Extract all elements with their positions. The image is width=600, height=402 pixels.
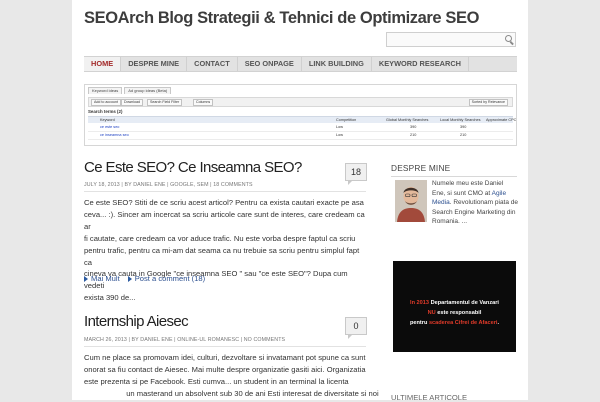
kw-col-header: Approximate CPC [486, 118, 517, 122]
sidebar-divider [391, 176, 517, 177]
kw-global: 390 [410, 125, 417, 129]
kw-local: 390 [460, 125, 467, 129]
excerpt-line: exista 390 de... [84, 293, 136, 303]
kw-tabs: Keyword ideas Ad group ideas (Beta) [88, 87, 172, 94]
promo-red-text: NU [427, 310, 436, 316]
comment-count-bubble[interactable]: 18 [345, 163, 367, 185]
post-excerpt: Cum ne place sa promovam idei, culturi, … [84, 352, 379, 400]
featured-banner-image[interactable]: Keyword ideas Ad group ideas (Beta) Add … [84, 84, 517, 146]
kw-toolbar: Add to account Download Search Field Fil… [88, 97, 513, 107]
kw-button: Search Field Filter [147, 99, 183, 106]
post-title[interactable]: Internship Aiesec [84, 313, 189, 330]
kw-col-header: Keyword [100, 118, 115, 122]
kw-keyword: ce inseamna seo [100, 133, 129, 137]
post-divider [84, 346, 366, 347]
read-more-link[interactable]: Mai Mult [84, 274, 120, 283]
kw-local: 210 [460, 133, 467, 137]
kw-col-header: Global Monthly Searches [386, 118, 429, 122]
promo-banner[interactable]: In 2013 Departamentul de Vanzari NU este… [393, 261, 516, 352]
kw-tab: Ad group ideas (Beta) [124, 87, 172, 94]
nav-item-home[interactable]: HOME [84, 57, 122, 71]
excerpt-line: Ce este SEO? Stiti de ce scriu acest art… [84, 198, 364, 207]
promo-line: pentru scaderea Cifrei de Afaceri. [393, 319, 516, 327]
nav-item-despre-mine[interactable]: DESPRE MINE [121, 57, 188, 71]
excerpt-line: pentru trafic, pentru ca mi-am dat seama… [84, 245, 360, 267]
excerpt-line: Cum ne place sa promovam idei, culturi, … [84, 353, 366, 362]
read-more-label: Mai Mult [91, 274, 120, 283]
avatar [395, 180, 427, 222]
sidebar-next-title: ULTIMELE ARTICOLE [391, 393, 468, 402]
about-text: Numele meu este Daniel Ene, si sunt CMO … [432, 179, 518, 227]
post-divider [84, 191, 366, 192]
promo-line: In 2013 Departamentul de Vanzari [393, 299, 516, 307]
comment-count-bubble[interactable]: 0 [345, 317, 367, 339]
kw-section-title: Search terms (2) [88, 109, 123, 114]
post-title[interactable]: Ce Este SEO? Ce Inseamna SEO? [84, 159, 302, 176]
kw-col-header: Competition [336, 118, 357, 122]
arrow-right-icon [84, 275, 88, 282]
kw-button: Columns [193, 99, 214, 106]
excerpt-line: onorat sa fiu contact de Aiesec. Mai mul… [84, 364, 366, 374]
nav-item-keyword-research[interactable]: KEYWORD RESEARCH [372, 57, 469, 71]
promo-red-text: scaderea Cifrei de Afaceri [428, 320, 498, 326]
post-meta: JULY 18, 2013 | BY DANIEL ENE | GOOGLE, … [84, 182, 253, 188]
nav-item-seo-onpage[interactable]: SEO ONPAGE [238, 57, 302, 71]
sidebar-about-title: DESPRE MINE [391, 163, 451, 173]
kw-row: ce inseamna seo Low 210 210 [88, 132, 513, 140]
search-icon[interactable] [505, 35, 512, 42]
excerpt-line: fi cautate, care credeam ca vor aduce tr… [84, 233, 356, 243]
promo-year: In 2013 [410, 300, 430, 306]
kw-keyword: ce este seo [100, 125, 120, 129]
promo-text: pentru [409, 320, 429, 326]
kw-row: ce este seo Low 390 390 [88, 124, 513, 132]
post-links: Mai Mult Post a comment (18) [84, 274, 205, 283]
excerpt-line: un masterand un absolvent sub 30 de ani … [84, 388, 379, 398]
kw-col-header: Local Monthly Searches [440, 118, 481, 122]
arrow-right-icon [127, 275, 132, 282]
excerpt-line: ceva... :). Sincer am incercat sa scriu … [84, 209, 365, 231]
search-input[interactable] [386, 32, 516, 47]
kw-global: 210 [410, 133, 417, 137]
kw-table-header: Keyword Competition Global Monthly Searc… [88, 116, 517, 123]
site-title[interactable]: SEOArch Blog Strategii & Tehnici de Opti… [84, 9, 479, 28]
promo-text: Departamentul de Vanzari [429, 300, 499, 306]
nav-item-link-building[interactable]: LINK BUILDING [302, 57, 372, 71]
promo-line: NU este responsabil [393, 309, 516, 317]
kw-sort: Sorted by Relevance [468, 99, 508, 106]
kw-tab: Keyword ideas [88, 87, 123, 94]
add-comment-link[interactable]: Post a comment (18) [127, 274, 206, 283]
post-meta: MARCH 26, 2013 | BY DANIEL ENE | ONLINE-… [84, 337, 286, 343]
kw-competition: Low [336, 133, 343, 137]
kw-button: Add to account [91, 99, 121, 106]
nav-item-contact[interactable]: CONTACT [187, 57, 238, 71]
promo-text: este responsabil [435, 310, 482, 316]
avatar-photo [395, 180, 427, 222]
add-comment-label: Post a comment (18) [134, 274, 206, 283]
excerpt-line: este prezenta si pe Facebook. Esti cumva… [84, 376, 349, 386]
kw-competition: Low [336, 125, 343, 129]
post-excerpt: Ce este SEO? Stiti de ce scriu acest art… [84, 197, 366, 304]
kw-button: Download [121, 99, 143, 106]
promo-text: . [497, 320, 500, 326]
main-nav: HOME DESPRE MINE CONTACT SEO ONPAGE LINK… [84, 56, 517, 72]
